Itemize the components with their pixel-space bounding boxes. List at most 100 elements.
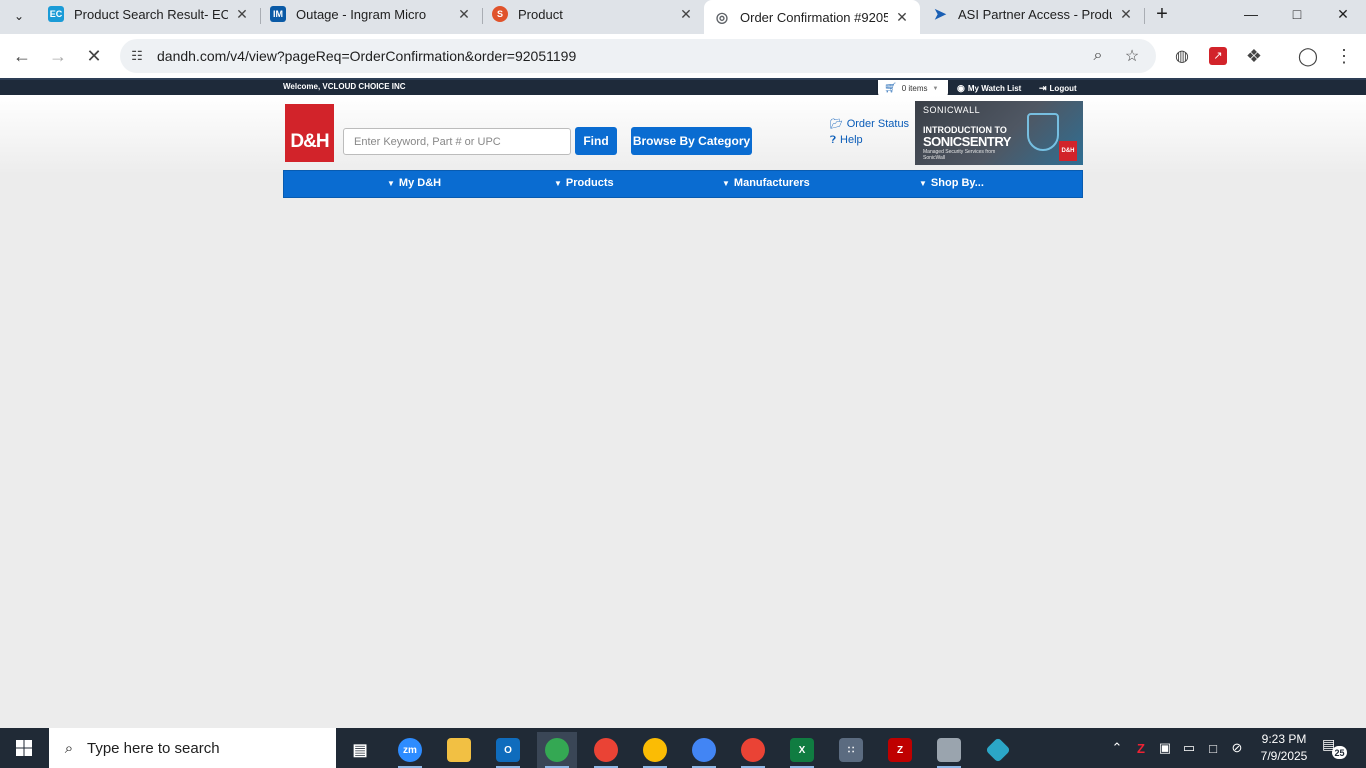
task-view-button[interactable]: ▤ (340, 732, 380, 768)
screen-tray-icon[interactable]: ▣ (1154, 739, 1176, 757)
nav-manufacturers[interactable]: ▼ Manufacturers (722, 177, 810, 189)
chrome-icon (692, 738, 716, 762)
tab-order-confirmation[interactable]: ◎ Order Confirmation #92051 ✕ (704, 0, 920, 34)
close-icon[interactable]: ✕ (894, 9, 910, 25)
stop-loading-button[interactable]: ✕ (80, 42, 108, 70)
watch-list-link[interactable]: ◉ My Watch List (957, 83, 1021, 94)
task-view-icon: ▤ (352, 742, 368, 759)
taskbar-chrome-3[interactable] (635, 732, 675, 768)
search-input[interactable] (343, 128, 571, 155)
browse-by-category-button[interactable]: Browse By Category (631, 127, 752, 155)
taskbar-remote-app[interactable] (929, 732, 969, 768)
extensions-button[interactable]: ❖ (1240, 42, 1268, 70)
zoom-icon[interactable]: ⌕ (1088, 46, 1108, 66)
chevron-down-icon: ⌄ (13, 9, 25, 23)
logout-link[interactable]: ⇥ Logout (1039, 83, 1077, 94)
tab-asi-partner[interactable]: ➤ ASI Partner Access - Product ✕ (922, 0, 1144, 28)
arrow-icon: ➤ (933, 6, 947, 23)
puzzle-icon: ❖ (1245, 45, 1263, 66)
taskbar-excel[interactable]: X (782, 732, 822, 768)
close-icon[interactable]: ✕ (678, 6, 694, 22)
nav-products[interactable]: ▼ Products (554, 177, 614, 189)
taskbar-chrome-4[interactable] (684, 732, 724, 768)
order-status-label: Order Status (846, 118, 910, 130)
web-page: Welcome, VCLOUD CHOICE INC 🛒︎ 0 items ▼ … (0, 78, 1366, 728)
taskbar-calculator[interactable]: ∷ (831, 732, 871, 768)
clock-time: 9:23 PM (1261, 732, 1307, 746)
taskbar-filezilla[interactable]: Z (880, 732, 920, 768)
notification-center-button[interactable]: ▤ 25 (1322, 736, 1350, 760)
address-bar[interactable]: ☷ dandh.com/v4/view?pageReq=OrderConfirm… (120, 39, 1156, 73)
translate-button[interactable]: ◍ (1168, 42, 1196, 70)
volume-muted-icon[interactable]: ⊘ (1226, 739, 1248, 757)
banner-line2: SONICSENTRY (923, 134, 1011, 149)
eye-icon: ◉ (957, 83, 965, 93)
filezilla-tray-icon[interactable]: Z (1130, 739, 1152, 757)
start-button[interactable] (0, 728, 48, 768)
nav-label: Shop By... (930, 177, 984, 189)
main-navigation: ▼ My D&H ▼ Products ▼ Manufacturers ▼ Sh… (283, 170, 1083, 198)
close-icon[interactable]: ✕ (456, 6, 472, 22)
maximize-button[interactable]: □ (1274, 0, 1320, 28)
zoom-app-icon: zm (398, 738, 422, 762)
back-button[interactable]: ← (8, 42, 36, 70)
tab-product[interactable]: S Product ✕ (482, 0, 704, 28)
loading-icon: ◎ (715, 8, 729, 25)
bookmark-star-icon[interactable]: ☆ (1122, 46, 1142, 66)
taskbar-search[interactable]: ⌕ Type here to search (49, 728, 336, 768)
windows-taskbar: ⌕ Type here to search ▤ zm O X ∷ Z ⌃ Z ▣… (0, 728, 1366, 768)
close-window-button[interactable]: ✕ (1320, 0, 1366, 28)
taskbar-search-placeholder: Type here to search (87, 739, 220, 757)
cart-label: 0 items (901, 84, 928, 93)
kebab-menu-icon: ⋮ (1335, 45, 1353, 66)
order-status-link[interactable]: 📂︎ Order Status (830, 118, 909, 130)
logout-icon: ⇥ (1039, 83, 1047, 93)
profile-button[interactable]: ◯ (1294, 42, 1322, 70)
chrome-icon (594, 738, 618, 762)
network-icon[interactable]: □ (1202, 739, 1224, 757)
taskbar-chrome-2[interactable] (586, 732, 626, 768)
dh-logo[interactable]: D&H (285, 104, 334, 162)
nav-my-dh[interactable]: ▼ My D&H (387, 177, 441, 189)
pdf-extension-button[interactable]: ↗ (1204, 42, 1232, 70)
taskbar-zoom[interactable]: zm (390, 732, 430, 768)
url-text[interactable]: dandh.com/v4/view?pageReq=OrderConfirmat… (157, 48, 576, 64)
help-link[interactable]: ❓︎ Help (830, 134, 863, 146)
taskbar-chrome-1[interactable] (537, 732, 577, 768)
tab-product-search[interactable]: EC Product Search Result- ECEx ✕ (38, 0, 260, 28)
taskbar-file-explorer[interactable] (439, 732, 479, 768)
tab-outage-ingram[interactable]: IM Outage - Ingram Micro ✕ (260, 0, 482, 28)
tab-search-button[interactable]: ⌄ (6, 3, 32, 29)
battery-icon[interactable]: ▭ (1178, 739, 1200, 757)
ecexpress-favicon-icon: EC (48, 6, 64, 22)
ingram-favicon-icon: IM (270, 6, 286, 22)
minimize-button[interactable]: — (1228, 0, 1274, 28)
welcome-text: Welcome, VCLOUD CHOICE INC (283, 82, 406, 91)
find-button[interactable]: Find (575, 127, 617, 155)
show-hidden-icons[interactable]: ⌃ (1106, 739, 1128, 757)
system-clock[interactable]: 9:23 PM 7/9/2025 (1252, 731, 1316, 765)
tab-separator (1144, 8, 1145, 24)
caret-down-icon: ▼ (919, 178, 927, 188)
new-tab-button[interactable]: + (1150, 2, 1174, 26)
banner-logo: D&H (1059, 141, 1077, 161)
sonicwall-banner-ad[interactable]: SONICWALL INTRODUCTION TO SONICSENTRY Ma… (915, 101, 1083, 165)
taskbar-chrome-5[interactable] (733, 732, 773, 768)
menu-button[interactable]: ⋮ (1330, 42, 1358, 70)
taskbar-app[interactable] (978, 732, 1018, 768)
acrobat-icon: ↗ (1209, 47, 1227, 65)
caret-down-icon: ▼ (554, 178, 562, 188)
chrome-icon (643, 738, 667, 762)
forward-button[interactable]: → (44, 42, 72, 70)
close-icon: ✕ (1337, 5, 1349, 22)
close-icon[interactable]: ✕ (1118, 6, 1134, 22)
tab-title: Product Search Result- ECEx (74, 6, 228, 22)
question-circle-icon: ❓︎ (830, 134, 837, 146)
nav-shop-by[interactable]: ▼ Shop By... (919, 177, 984, 189)
logout-label: Logout (1049, 84, 1077, 93)
close-icon[interactable]: ✕ (234, 6, 250, 22)
banner-line3: Managed Security Services from SonicWall (923, 149, 996, 161)
taskbar-outlook[interactable]: O (488, 732, 528, 768)
site-info-icon[interactable]: ☷ (128, 47, 146, 65)
globe-icon: ◍ (1175, 48, 1189, 65)
